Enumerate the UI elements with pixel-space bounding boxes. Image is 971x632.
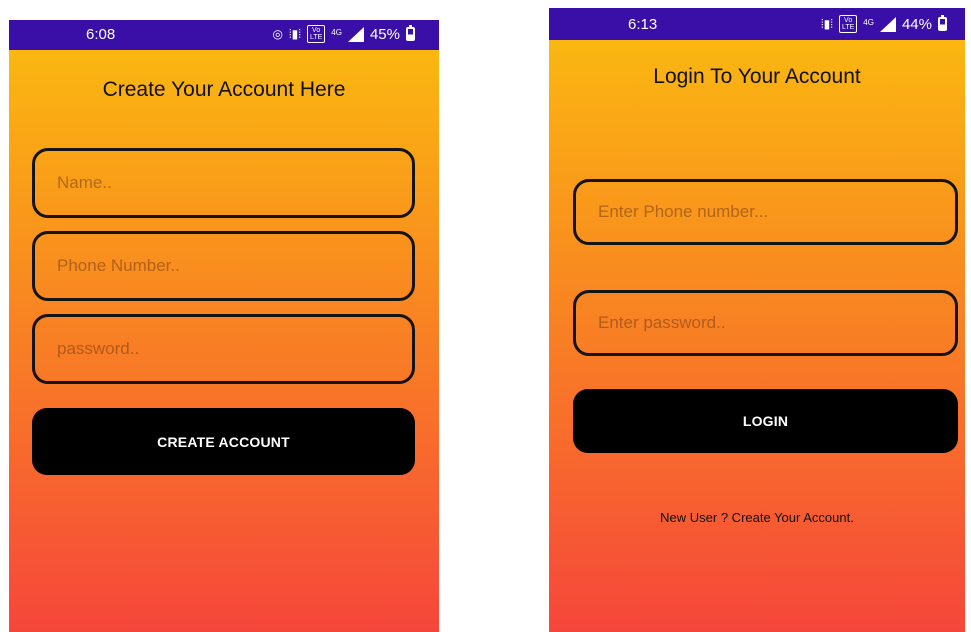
status-time: 6:08 [86, 26, 116, 43]
create-account-button[interactable]: CREATE ACCOUNT [32, 408, 415, 475]
network-type-icon: 4G [863, 18, 874, 27]
battery-percent: 44% [901, 15, 932, 33]
signal-icon [347, 26, 364, 42]
status-icons: ⦙▮⦙ Vo LTE 4G 44% [821, 15, 947, 33]
password-field[interactable] [573, 290, 958, 356]
page-title: Create Your Account Here [102, 78, 346, 101]
login-button[interactable]: LOGIN [573, 389, 958, 453]
status-time: 6:13 [628, 16, 658, 33]
vibrate-icon: ⦙▮⦙ [288, 27, 301, 41]
page-title: Login To Your Account [653, 65, 861, 88]
status-bar: 6:08 ◎ ⦙▮⦙ Vo LTE 4G 45% [9, 20, 439, 50]
password-field[interactable] [32, 314, 415, 384]
signup-screen: 6:08 ◎ ⦙▮⦙ Vo LTE 4G 45% Create Your Acco… [9, 20, 439, 632]
network-type-icon: 4G [331, 28, 342, 37]
phone-number-field[interactable] [573, 179, 958, 245]
volte-icon: Vo LTE [838, 15, 858, 33]
battery-icon [406, 25, 415, 41]
status-bar: 6:13 ⦙▮⦙ Vo LTE 4G 44% [549, 8, 965, 40]
battery-percent: 45% [369, 25, 400, 43]
phone-number-field[interactable] [32, 231, 415, 301]
login-screen: 6:13 ⦙▮⦙ Vo LTE 4G 44% Login To Your Acco… [549, 8, 965, 632]
signal-icon [879, 16, 896, 32]
hotspot-icon: ◎ [272, 27, 283, 41]
name-field[interactable] [32, 148, 415, 218]
battery-icon [938, 15, 947, 31]
vibrate-icon: ⦙▮⦙ [820, 17, 833, 31]
create-account-link[interactable]: New User ? Create Your Account. [549, 510, 965, 525]
volte-icon: Vo LTE [306, 25, 326, 43]
status-icons: ◎ ⦙▮⦙ Vo LTE 4G 45% [272, 25, 415, 43]
